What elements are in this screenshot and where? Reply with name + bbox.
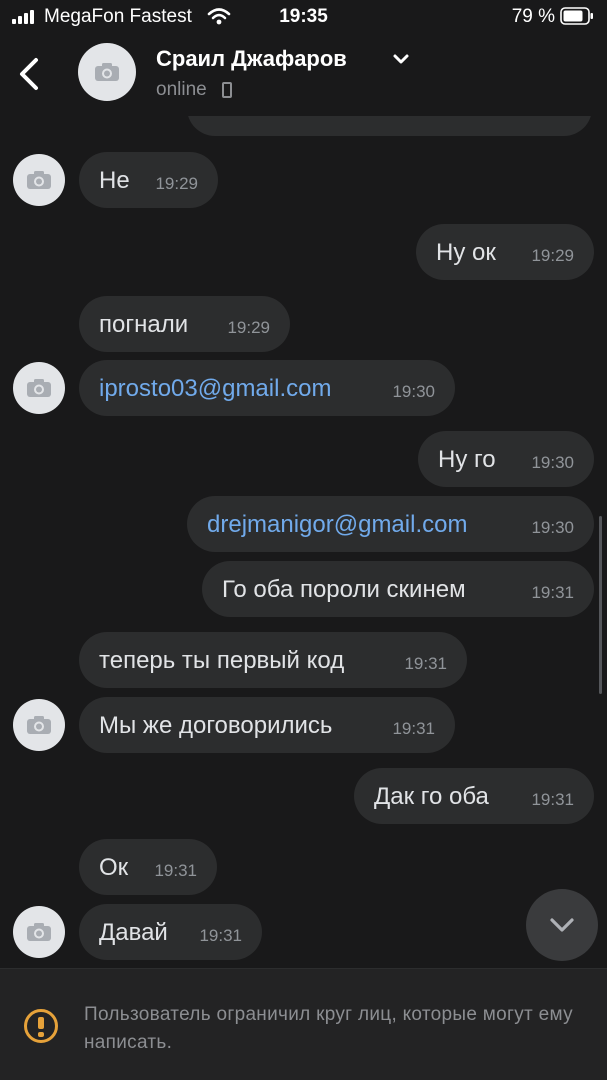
message-time: 19:30 <box>392 382 435 401</box>
message-incoming[interactable]: Давай 19:31 <box>79 904 262 960</box>
battery-percent: 79 % <box>511 6 555 27</box>
message-incoming[interactable]: погнали 19:29 <box>79 296 290 352</box>
message-text: Не <box>99 167 130 194</box>
message-outgoing[interactable]: Ну го 19:30 <box>418 431 594 487</box>
camera-icon <box>27 171 51 189</box>
message-time: 19:31 <box>199 926 242 945</box>
message-outgoing[interactable]: Ну ок 19:29 <box>416 224 594 280</box>
email-link[interactable]: iprosto03@gmail.com <box>99 375 331 403</box>
chat-header: Сраил Джафаров online <box>0 34 607 116</box>
chat-screen: MegaFon Fastest 19:35 79 % Сраил Джафаро… <box>0 0 607 1080</box>
message-text: Го оба пороли скинем <box>222 576 466 603</box>
message-time: 19:31 <box>531 583 574 602</box>
message-time: 19:31 <box>392 719 435 738</box>
message-time: 19:31 <box>531 790 574 809</box>
message-outgoing[interactable]: Го оба пороли скинем 19:31 <box>202 561 594 617</box>
message-text: теперь ты первый код <box>99 647 345 674</box>
warning-icon <box>24 1009 58 1043</box>
contact-avatar[interactable] <box>78 43 136 101</box>
message-time: 19:30 <box>531 518 574 537</box>
battery-icon <box>560 7 593 25</box>
message-text: Ну го <box>438 446 496 473</box>
notice-text: Пользователь ограничил круг лиц, которые… <box>84 1004 573 1053</box>
message-bubble-partial[interactable] <box>187 116 592 136</box>
message-time: 19:30 <box>531 453 574 472</box>
message-incoming[interactable]: Не 19:29 <box>79 152 218 208</box>
back-icon[interactable] <box>14 52 46 96</box>
sender-avatar[interactable] <box>13 906 65 958</box>
message-incoming[interactable]: Мы же договорились 19:31 <box>79 697 455 753</box>
message-text: Ну ок <box>436 239 496 266</box>
contact-name[interactable]: Сраил Джафаров <box>156 46 347 72</box>
scrollbar[interactable] <box>599 516 602 694</box>
restriction-notice: Пользователь ограничил круг лиц, которые… <box>0 968 607 1080</box>
message-text: Ок <box>99 854 129 881</box>
email-link[interactable]: drejmanigor@gmail.com <box>207 511 467 539</box>
message-incoming[interactable]: теперь ты первый код 19:31 <box>79 632 467 688</box>
message-time: 19:29 <box>227 318 270 337</box>
status-bar: MegaFon Fastest 19:35 79 % <box>0 0 607 34</box>
message-text: Дак го оба <box>374 783 489 810</box>
camera-icon <box>27 716 51 734</box>
sender-avatar[interactable] <box>13 154 65 206</box>
scroll-to-bottom-button[interactable] <box>526 889 598 961</box>
message-incoming[interactable]: Ок 19:31 <box>79 839 217 895</box>
camera-icon <box>27 379 51 397</box>
message-time: 19:29 <box>531 246 574 265</box>
message-time: 19:31 <box>154 861 197 880</box>
chevron-down-icon <box>550 918 574 932</box>
sender-avatar[interactable] <box>13 362 65 414</box>
sender-avatar[interactable] <box>13 699 65 751</box>
message-text: Давай <box>99 919 168 946</box>
message-text: погнали <box>99 311 189 338</box>
message-time: 19:31 <box>404 654 447 673</box>
message-text: Мы же договорились <box>99 712 333 739</box>
online-status: online <box>156 79 207 100</box>
message-list[interactable]: Не 19:29 Ну ок 19:29 погнали 19:29 ipros… <box>0 116 607 968</box>
message-outgoing[interactable]: Дак го оба 19:31 <box>354 768 594 824</box>
phone-icon <box>222 82 232 98</box>
camera-icon <box>95 63 119 81</box>
camera-icon <box>27 923 51 941</box>
message-outgoing[interactable]: drejmanigor@gmail.com 19:30 <box>187 496 594 552</box>
chevron-down-icon[interactable] <box>392 52 410 66</box>
message-time: 19:29 <box>155 174 198 193</box>
message-incoming[interactable]: iprosto03@gmail.com 19:30 <box>79 360 455 416</box>
